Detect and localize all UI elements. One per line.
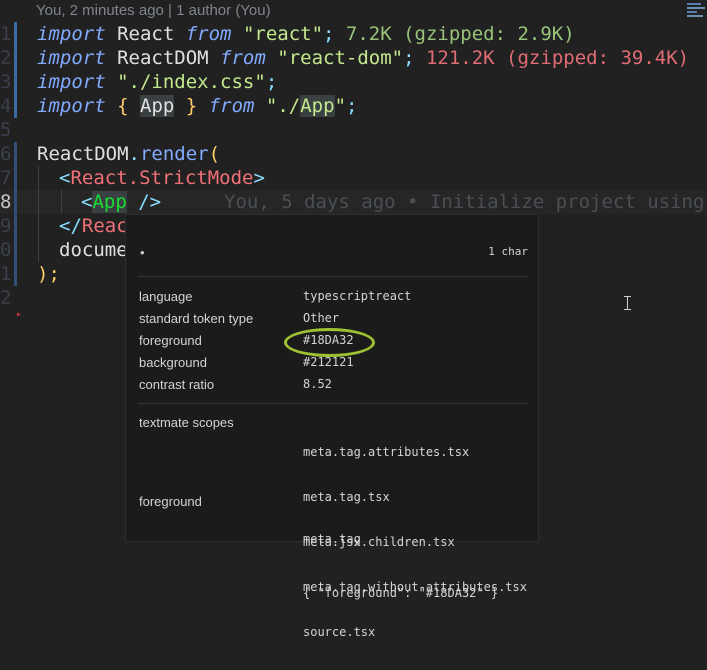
code-line-9[interactable]: </Reac [59,214,128,238]
line-number: 5 [0,119,12,141]
rule-json: { "foreground": "#18DA32" } [303,586,499,600]
code-line-3[interactable]: import "./index.css"; [37,70,277,94]
scope-item: meta.tag.attributes.tsx [303,445,470,459]
divider [138,403,528,404]
code-line-4[interactable]: import { App } from "./App"; [37,94,357,118]
text-cursor-icon [624,296,631,310]
minimap[interactable] [685,0,707,20]
indent-guide [38,166,39,262]
code-line-10[interactable]: docume [59,238,128,262]
property-value: Other [303,311,340,325]
foreground-rule-row: foreground meta.tag { "foreground": "#18… [139,494,529,600]
property-label: standard token type [139,311,254,326]
git-change-indicator[interactable] [14,22,17,118]
fold-marker-icon[interactable]: ▸ [16,309,22,320]
line-number: 9 [0,215,12,237]
code-line-6[interactable]: ReactDOM.render( [37,142,220,166]
property-row: language typescriptreact [139,289,529,311]
import-cost-label: 7.2K (gzipped: 2.9K) [334,23,575,45]
line-number: 2 [0,47,12,69]
property-value: typescriptreact [303,289,412,303]
line-number: 1 [0,263,12,285]
line-number: 7 [0,167,12,189]
token-length: 1 char [488,245,528,258]
property-label: background [139,355,207,370]
property-value: #212121 [303,355,354,369]
property-label: foreground [139,494,202,509]
inline-blame-annotation: You, 5 days ago • Initialize project usi… [224,191,705,213]
indent-guide [61,190,62,214]
property-label: textmate scopes [139,415,234,430]
property-row: contrast ratio 8.52 [139,377,529,399]
code-line-11[interactable]: ); [37,262,60,286]
line-number: 4 [0,95,12,117]
property-label: foreground [139,333,202,348]
token-preview: • [140,245,145,260]
property-label: contrast ratio [139,377,215,392]
line-number-active: 8 [0,191,12,213]
line-number: 0 [0,239,12,261]
code-line-8[interactable]: <App /> [81,190,161,214]
code-line-2[interactable]: import ReactDOM from "react-dom"; 121.2K… [37,46,689,70]
line-number-gutter: 1 2 3 4 5 6 7 8 9 0 1 2 [0,0,14,566]
line-number: 3 [0,71,12,93]
import-cost-label: 121.2K (gzipped: 39.4K) [414,47,690,69]
line-number: 2 [0,287,12,309]
line-number: 6 [0,143,12,165]
divider [138,276,528,277]
codelens-blame[interactable]: You, 2 minutes ago | 1 author (You) [36,2,271,19]
git-change-indicator[interactable] [14,142,17,286]
property-label: language [139,289,193,304]
token-inspector-hover: • 1 char language typescriptreact standa… [125,214,539,639]
property-value: 8.52 [303,377,332,391]
foreground-rule: meta.tag { "foreground": "#18DA32" } [303,494,498,638]
rule-selector: meta.tag [303,532,361,546]
code-line-7[interactable]: <React.StrictMode> [59,166,265,190]
property-row: background #212121 [139,355,529,377]
line-number: 1 [0,23,12,45]
highlight-ring-annotation [284,328,375,357]
code-line-1[interactable]: import React from "react"; 7.2K (gzipped… [37,22,575,46]
scopes-row: textmate scopes meta.tag.attributes.tsx … [139,415,529,639]
